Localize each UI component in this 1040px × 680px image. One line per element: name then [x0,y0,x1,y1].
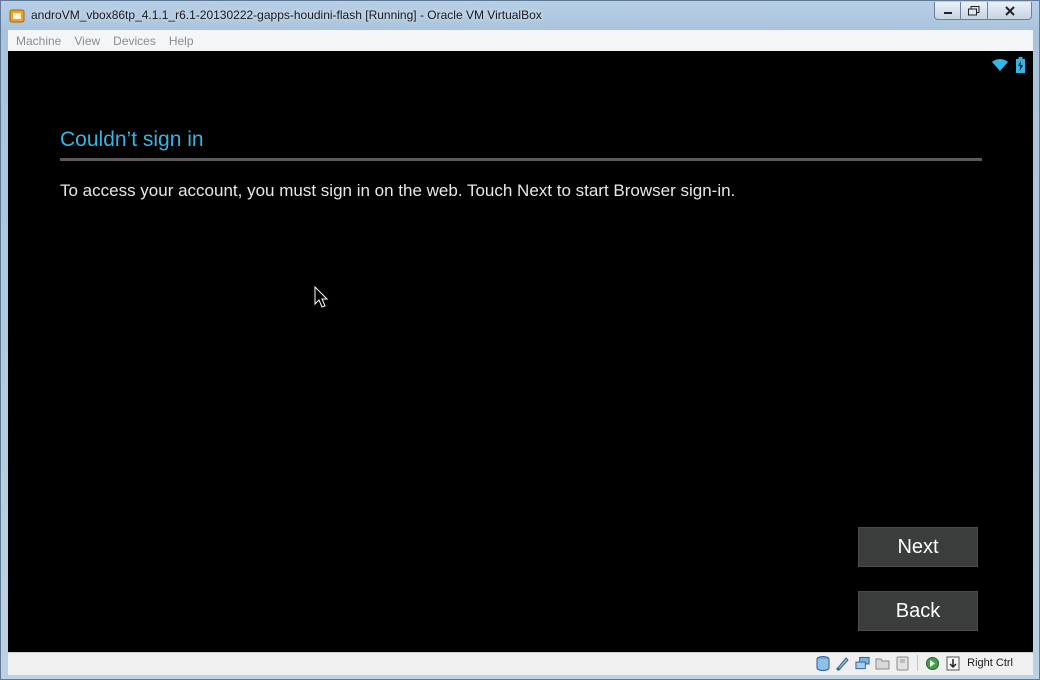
title-bar[interactable]: androVM_vbox86tp_4.1.1_r6.1-20130222-gap… [1,1,1039,30]
battery-charging-icon [1016,57,1025,73]
minimize-icon [943,11,952,14]
virtualbox-window: androVM_vbox86tp_4.1.1_r6.1-20130222-gap… [0,0,1040,680]
sign-in-message: To access your account, you must sign in… [60,181,736,200]
menu-help[interactable]: Help [169,34,194,48]
guest-screen[interactable]: Couldn’t sign in To access your account,… [8,51,1033,652]
close-icon [1004,5,1015,16]
wifi-icon [992,58,1008,71]
mouse-pointer-icon [314,286,329,308]
capture-icon[interactable] [925,656,940,671]
status-separator [917,655,919,671]
close-button[interactable] [988,2,1032,20]
optical-drive-icon[interactable] [835,656,850,671]
next-button[interactable]: Next [858,527,978,567]
menu-view[interactable]: View [74,34,100,48]
usb-icon[interactable] [895,656,910,671]
window-title: androVM_vbox86tp_4.1.1_r6.1-20130222-gap… [31,8,542,22]
window-controls [934,2,1032,20]
hard-disk-icon[interactable] [815,655,830,671]
status-bar: Right Ctrl [8,652,1033,675]
menu-bar: Machine View Devices Help [8,30,1033,52]
device-status-icons: Right Ctrl [815,655,1013,671]
back-button[interactable]: Back [858,591,978,631]
minimize-button[interactable] [934,2,961,20]
shared-folders-icon[interactable] [875,656,890,671]
virtualbox-app-icon [9,9,25,23]
menu-machine[interactable]: Machine [16,34,61,48]
maximize-button[interactable] [961,2,988,20]
host-key-label[interactable]: Right Ctrl [967,657,1013,669]
title-divider [60,158,982,161]
page-title: Couldn’t sign in [60,128,204,151]
menu-devices[interactable]: Devices [113,34,156,48]
android-status-icons [990,57,1025,73]
mouse-integration-icon[interactable] [945,656,960,671]
network-icon[interactable] [855,656,870,671]
restore-icon [968,5,980,15]
